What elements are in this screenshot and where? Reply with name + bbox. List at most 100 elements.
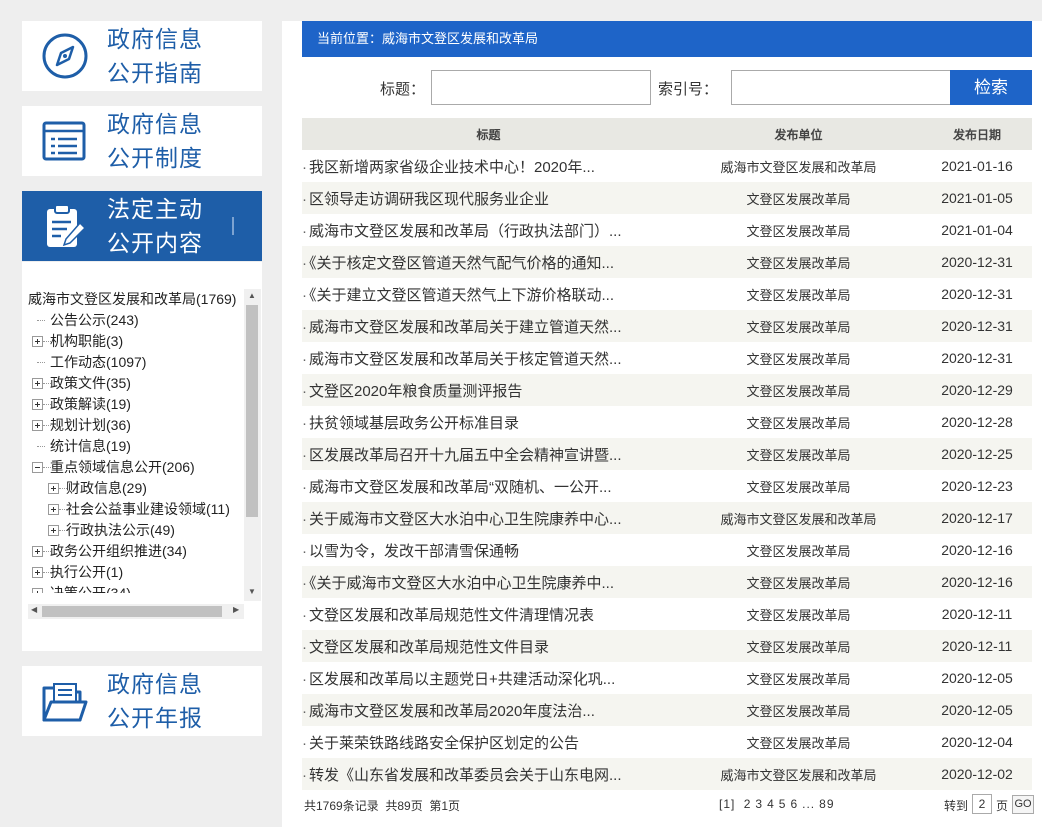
tree-node[interactable]: 决策公开(34) [28,583,244,593]
table-row[interactable]: 威海市文登区发展和改革局“双随机、一公开...文登区发展改革局2020-12-2… [302,470,1032,502]
tree-node[interactable]: 财政信息(29) [28,478,244,499]
tree-node[interactable]: 公告公示(243) [28,310,244,331]
expand-icon[interactable] [32,399,43,410]
tree-node[interactable]: 工作动态(1097) [28,352,244,373]
page-link[interactable]: 6 [790,797,798,811]
scroll-thumb[interactable] [246,305,258,517]
table-row[interactable]: 《关于核定文登区管道天然气配气价格的通知...文登区发展改革局2020-12-3… [302,246,1032,278]
page-link[interactable]: 3 [755,797,763,811]
tree-node-label[interactable]: 决策公开(34) [50,583,131,593]
tree-node-label[interactable]: 重点领域信息公开(206) [50,457,195,478]
tree-node-label[interactable]: 公告公示(243) [50,310,139,331]
table-row[interactable]: 《关于建立文登区管道天然气上下游价格联动...文登区发展改革局2020-12-3… [302,278,1032,310]
expand-icon[interactable] [32,546,43,557]
tree-horizontal-scrollbar[interactable]: ◀ ▶ [28,604,244,619]
row-title-link[interactable]: 关于威海市文登区大水泊中心卫生院康养中心... [310,511,622,528]
tree-node-label[interactable]: 社会公益事业建设领域(11) [66,499,230,520]
tree-vertical-scrollbar[interactable]: ▲ ▼ [244,289,261,601]
scroll-down-icon[interactable]: ▼ [248,587,256,597]
row-title-link[interactable]: 威海市文登区发展和改革局关于核定管道天然... [310,351,622,368]
table-row[interactable]: 扶贫领域基层政务公开标准目录文登区发展改革局2020-12-28 [302,406,1032,438]
scroll-up-icon[interactable]: ▲ [248,291,256,301]
tree-node-label[interactable]: 政务公开组织推进(34) [50,541,187,562]
row-title-link[interactable]: 威海市文登区发展和改革局“双随机、一公开... [310,479,612,496]
expand-icon[interactable] [32,336,43,347]
tree-node[interactable]: 规划计划(36) [28,415,244,436]
row-title-link[interactable]: 《关于威海市文登区大水泊中心卫生院康养中... [310,575,614,592]
table-row[interactable]: 关于威海市文登区大水泊中心卫生院康养中心...威海市文登区发展和改革局2020-… [302,502,1032,534]
table-row[interactable]: 我区新增两家省级企业技术中心！2020年...威海市文登区发展和改革局2021-… [302,150,1032,182]
tree-node[interactable]: 政策文件(35) [28,373,244,394]
page-link[interactable]: 2 [744,797,752,811]
index-number-input[interactable] [731,70,951,105]
nav-card-system[interactable]: 政府信息公开制度 [22,106,262,176]
table-row[interactable]: 文登区2020年粮食质量测评报告文登区发展改革局2020-12-29 [302,374,1032,406]
row-title-link[interactable]: 关于莱荣铁路线路安全保护区划定的公告 [310,735,579,752]
tree-node[interactable]: 机构职能(3) [28,331,244,352]
nav-card-guide[interactable]: 政府信息公开指南 [22,21,262,91]
expand-icon[interactable] [48,504,59,515]
scroll-thumb[interactable] [42,606,222,617]
row-title-link[interactable]: 以雪为令，发改干部清雪保通畅 [310,543,519,560]
expand-icon[interactable] [32,378,43,389]
row-title-link[interactable]: 威海市文登区发展和改革局关于建立管道天然... [310,319,622,336]
tree-node[interactable]: 政策解读(19) [28,394,244,415]
expand-icon[interactable] [32,588,43,593]
expand-icon[interactable] [32,420,43,431]
page-link[interactable]: 89 [819,797,834,811]
page-link[interactable]: ... [802,797,815,811]
expand-icon[interactable] [32,567,43,578]
row-title-link[interactable]: 我区新增两家省级企业技术中心！2020年... [310,159,595,176]
tree-node-label[interactable]: 执行公开(1) [50,562,123,583]
row-title-link[interactable]: 区发展和改革局以主题党日+共建活动深化巩... [310,671,615,688]
row-title-link[interactable]: 文登区发展和改革局规范性文件目录 [310,639,549,656]
tree-node[interactable]: 政务公开组织推进(34) [28,541,244,562]
table-row[interactable]: 文登区发展和改革局规范性文件清理情况表文登区发展改革局2020-12-11 [302,598,1032,630]
nav-card-annual[interactable]: 政府信息公开年报 [22,666,262,736]
row-title-link[interactable]: 文登区2020年粮食质量测评报告 [310,383,522,400]
table-row[interactable]: 《关于威海市文登区大水泊中心卫生院康养中...文登区发展改革局2020-12-1… [302,566,1032,598]
row-title-link[interactable]: 威海市文登区发展和改革局2020年度法治... [310,703,595,720]
tree-node[interactable]: 行政执法公示(49) [28,520,244,541]
table-row[interactable]: 威海市文登区发展和改革局关于建立管道天然...文登区发展改革局2020-12-3… [302,310,1032,342]
scroll-right-icon[interactable]: ▶ [233,605,239,614]
title-search-input[interactable] [431,70,651,105]
tree-node[interactable]: 社会公益事业建设领域(11) [28,499,244,520]
collapse-icon[interactable] [32,462,43,473]
tree-node-label[interactable]: 政策解读(19) [50,394,131,415]
scroll-left-icon[interactable]: ◀ [31,605,37,614]
tree-node-label[interactable]: 威海市文登区发展和改革局(1769) [28,289,236,310]
expand-icon[interactable] [48,525,59,536]
page-link[interactable]: 5 [779,797,787,811]
jump-page-input[interactable]: 2 [972,794,992,814]
row-title-link[interactable]: 转发《山东省发展和改革委员会关于山东电网... [310,767,622,784]
page-link[interactable]: 4 [767,797,775,811]
table-row[interactable]: 区领导走访调研我区现代服务业企业文登区发展改革局2021-01-05 [302,182,1032,214]
table-row[interactable]: 区发展和改革局以主题党日+共建活动深化巩...文登区发展改革局2020-12-0… [302,662,1032,694]
row-title-link[interactable]: 《关于核定文登区管道天然气配气价格的通知... [310,255,614,272]
tree-node[interactable]: 统计信息(19) [28,436,244,457]
tree-node-label[interactable]: 工作动态(1097) [50,352,146,373]
row-title-link[interactable]: 区发展改革局召开十九届五中全会精神宣讲暨... [310,447,622,464]
tree-node-label[interactable]: 行政执法公示(49) [66,520,175,541]
row-title-link[interactable]: 威海市文登区发展和改革局（行政执法部门）... [310,223,622,240]
table-row[interactable]: 文登区发展和改革局规范性文件目录文登区发展改革局2020-12-11 [302,630,1032,662]
table-row[interactable]: 区发展改革局召开十九届五中全会精神宣讲暨...文登区发展改革局2020-12-2… [302,438,1032,470]
go-button[interactable]: GO [1012,795,1034,814]
tree-node-label[interactable]: 统计信息(19) [50,436,131,457]
tree-node[interactable]: 重点领域信息公开(206) [28,457,244,478]
tree-node-label[interactable]: 规划计划(36) [50,415,131,436]
table-row[interactable]: 关于莱荣铁路线路安全保护区划定的公告文登区发展改革局2020-12-04 [302,726,1032,758]
nav-card-content[interactable]: 法定主动公开内容 [22,191,262,261]
tree-node-label[interactable]: 机构职能(3) [50,331,123,352]
table-row[interactable]: 转发《山东省发展和改革委员会关于山东电网...威海市文登区发展和改革局2020-… [302,758,1032,790]
row-title-link[interactable]: 区领导走访调研我区现代服务业企业 [310,191,549,208]
table-row[interactable]: 威海市文登区发展和改革局关于核定管道天然...文登区发展改革局2020-12-3… [302,342,1032,374]
table-row[interactable]: 威海市文登区发展和改革局（行政执法部门）...文登区发展改革局2021-01-0… [302,214,1032,246]
tree-node-label[interactable]: 政策文件(35) [50,373,131,394]
expand-icon[interactable] [48,483,59,494]
tree-node[interactable]: 执行公开(1) [28,562,244,583]
table-row[interactable]: 以雪为令，发改干部清雪保通畅文登区发展改革局2020-12-16 [302,534,1032,566]
row-title-link[interactable]: 扶贫领域基层政务公开标准目录 [310,415,519,432]
tree-node[interactable]: 威海市文登区发展和改革局(1769) [28,289,244,310]
